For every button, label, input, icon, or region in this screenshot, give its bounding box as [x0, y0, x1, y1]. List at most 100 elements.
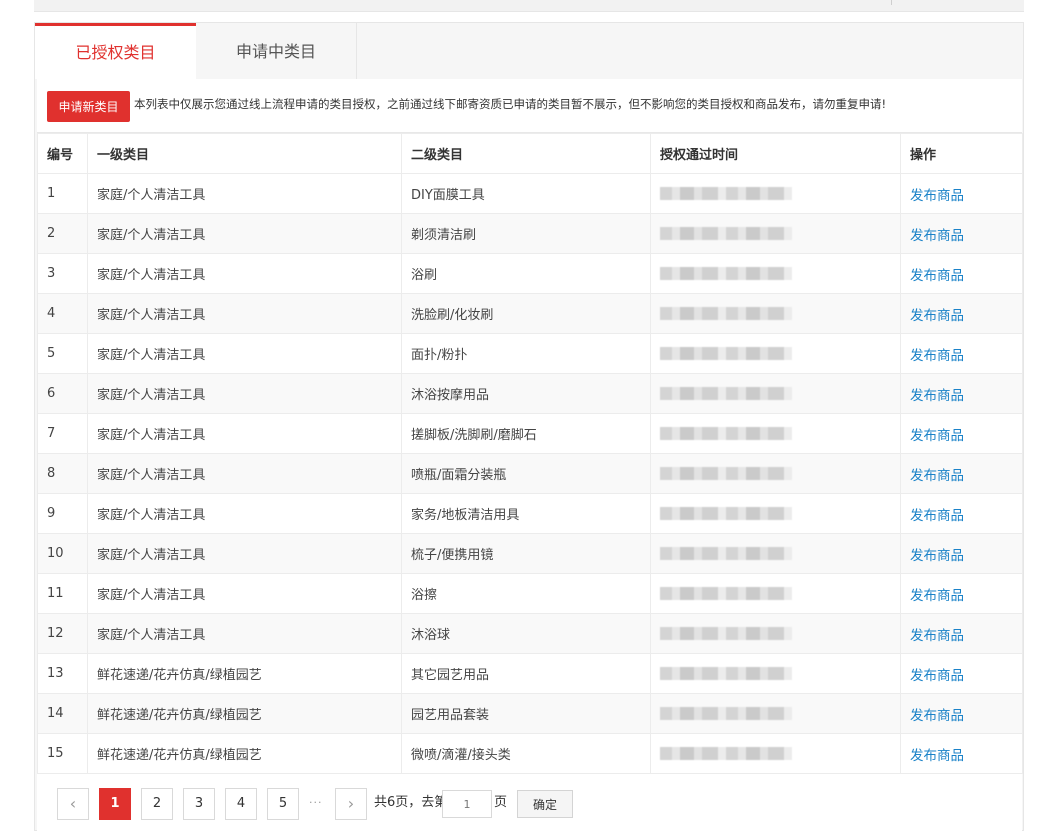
page-3-button[interactable]: 3	[183, 788, 215, 820]
row-number: 8	[37, 453, 88, 494]
redacted-time	[660, 707, 792, 720]
confirm-goto-button[interactable]: 确定	[517, 790, 573, 818]
row-number: 4	[37, 293, 88, 334]
row-level2-category: 面扑/粉扑	[401, 333, 651, 374]
row-authorized-time	[650, 293, 901, 334]
row-level2-category: 剃须清洁刷	[401, 213, 651, 254]
table-header-row: 编号 一级类目 二级类目 授权通过时间 操作	[37, 133, 1023, 174]
page-5-button[interactable]: 5	[267, 788, 299, 820]
row-level1-category: 家庭/个人清洁工具	[87, 253, 402, 294]
row-level1-category: 家庭/个人清洁工具	[87, 413, 402, 454]
table-row: 13 鲜花速递/花卉仿真/绿植园艺 其它园艺用品 发布商品	[37, 653, 1023, 694]
row-number: 1	[37, 173, 88, 214]
redacted-time	[660, 347, 792, 360]
table-row: 14 鲜花速递/花卉仿真/绿植园艺 园艺用品套装 发布商品	[37, 693, 1023, 734]
publish-product-link[interactable]: 发布商品	[910, 388, 964, 404]
publish-product-link[interactable]: 发布商品	[910, 708, 964, 724]
top-bar-divider	[891, 0, 892, 5]
row-number: 13	[37, 653, 88, 694]
goto-page-input[interactable]	[442, 790, 492, 818]
row-level2-category: 园艺用品套装	[401, 693, 651, 734]
row-level1-category: 鲜花速递/花卉仿真/绿植园艺	[87, 653, 402, 694]
publish-product-link[interactable]: 发布商品	[910, 348, 964, 364]
row-level2-category: 微喷/滴灌/接头类	[401, 733, 651, 774]
prev-page-button[interactable]: ‹	[57, 788, 89, 820]
publish-product-link[interactable]: 发布商品	[910, 268, 964, 284]
row-level1-category: 家庭/个人清洁工具	[87, 173, 402, 214]
tab-pending-categories[interactable]: 申请中类目	[196, 23, 357, 79]
tab-authorized-categories[interactable]: 已授权类目	[35, 23, 196, 79]
row-level1-category: 家庭/个人清洁工具	[87, 333, 402, 374]
row-level1-category: 家庭/个人清洁工具	[87, 213, 402, 254]
publish-product-link[interactable]: 发布商品	[910, 428, 964, 444]
row-level1-category: 家庭/个人清洁工具	[87, 533, 402, 574]
publish-product-link[interactable]: 发布商品	[910, 188, 964, 204]
row-authorized-time	[650, 533, 901, 574]
publish-product-link[interactable]: 发布商品	[910, 548, 964, 564]
category-panel: 已授权类目 申请中类目 申请新类目 本列表中仅展示您通过线上流程申请的类目授权，…	[34, 22, 1024, 831]
row-number: 2	[37, 213, 88, 254]
apply-new-category-button[interactable]: 申请新类目	[47, 91, 130, 122]
page-1-button[interactable]: 1	[99, 788, 131, 820]
row-authorized-time	[650, 613, 901, 654]
row-authorized-time	[650, 653, 901, 694]
table-row: 5 家庭/个人清洁工具 面扑/粉扑 发布商品	[37, 333, 1023, 374]
header-number: 编号	[37, 133, 88, 174]
row-operation: 发布商品	[900, 293, 1023, 334]
row-authorized-time	[650, 253, 901, 294]
redacted-time	[660, 587, 792, 600]
row-level2-category: DIY面膜工具	[401, 173, 651, 214]
next-page-button[interactable]: ›	[335, 788, 367, 820]
publish-product-link[interactable]: 发布商品	[910, 228, 964, 244]
row-operation: 发布商品	[900, 733, 1023, 774]
publish-product-link[interactable]: 发布商品	[910, 668, 964, 684]
total-pages-text: 共6页，去第	[374, 795, 448, 810]
row-level2-category: 洗脸刷/化妆刷	[401, 293, 651, 334]
publish-product-link[interactable]: 发布商品	[910, 308, 964, 324]
publish-product-link[interactable]: 发布商品	[910, 588, 964, 604]
redacted-time	[660, 547, 792, 560]
row-level1-category: 家庭/个人清洁工具	[87, 613, 402, 654]
table-row: 1 家庭/个人清洁工具 DIY面膜工具 发布商品	[37, 173, 1023, 214]
redacted-time	[660, 307, 792, 320]
redacted-time	[660, 227, 792, 240]
row-level2-category: 喷瓶/面霜分装瓶	[401, 453, 651, 494]
chevron-left-icon: ‹	[69, 794, 77, 813]
row-authorized-time	[650, 733, 901, 774]
redacted-time	[660, 387, 792, 400]
publish-product-link[interactable]: 发布商品	[910, 508, 964, 524]
page-2-button[interactable]: 2	[141, 788, 173, 820]
header-authorized-time: 授权通过时间	[650, 133, 901, 174]
row-authorized-time	[650, 333, 901, 374]
row-level2-category: 沐浴按摩用品	[401, 373, 651, 414]
notice-bar: 申请新类目 本列表中仅展示您通过线上流程申请的类目授权，之前通过线下邮寄资质已申…	[37, 79, 1022, 133]
row-number: 3	[37, 253, 88, 294]
redacted-time	[660, 507, 792, 520]
chevron-right-icon: ›	[347, 794, 355, 813]
table-row: 3 家庭/个人清洁工具 浴刷 发布商品	[37, 253, 1023, 294]
row-level1-category: 家庭/个人清洁工具	[87, 493, 402, 534]
row-number: 9	[37, 493, 88, 534]
row-level2-category: 家务/地板清洁用具	[401, 493, 651, 534]
row-operation: 发布商品	[900, 453, 1023, 494]
page-4-button[interactable]: 4	[225, 788, 257, 820]
row-operation: 发布商品	[900, 373, 1023, 414]
publish-product-link[interactable]: 发布商品	[910, 628, 964, 644]
row-level2-category: 搓脚板/洗脚刷/磨脚石	[401, 413, 651, 454]
tab-content: 申请新类目 本列表中仅展示您通过线上流程申请的类目授权，之前通过线下邮寄资质已申…	[37, 79, 1023, 831]
header-level1-category: 一级类目	[87, 133, 402, 174]
row-authorized-time	[650, 573, 901, 614]
table-row: 7 家庭/个人清洁工具 搓脚板/洗脚刷/磨脚石 发布商品	[37, 413, 1023, 454]
row-level1-category: 鲜花速递/花卉仿真/绿植园艺	[87, 733, 402, 774]
publish-product-link[interactable]: 发布商品	[910, 748, 964, 764]
row-authorized-time	[650, 493, 901, 534]
row-operation: 发布商品	[900, 693, 1023, 734]
row-number: 7	[37, 413, 88, 454]
redacted-time	[660, 627, 792, 640]
redacted-time	[660, 267, 792, 280]
row-authorized-time	[650, 373, 901, 414]
header-operation: 操作	[900, 133, 1023, 174]
row-number: 10	[37, 533, 88, 574]
row-level1-category: 家庭/个人清洁工具	[87, 293, 402, 334]
publish-product-link[interactable]: 发布商品	[910, 468, 964, 484]
